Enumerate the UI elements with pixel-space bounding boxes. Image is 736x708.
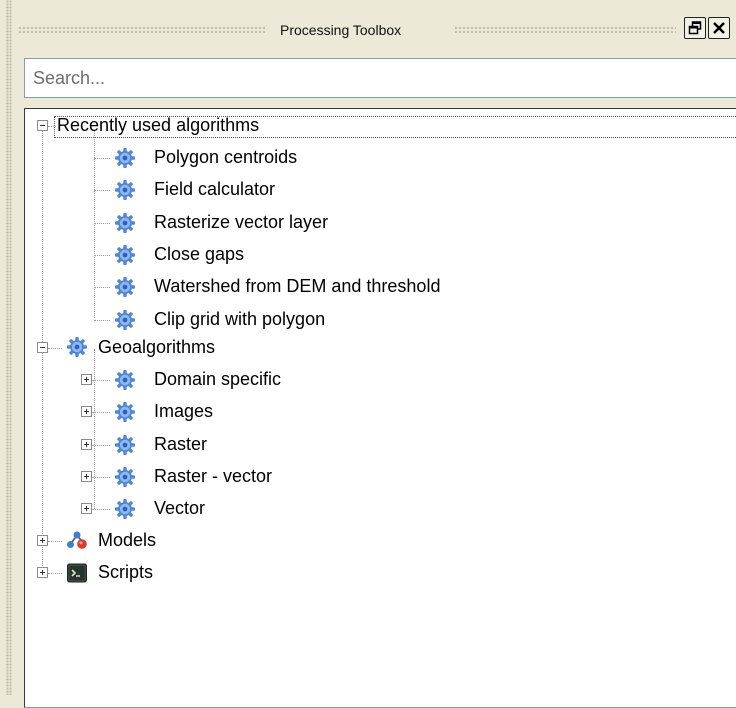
tree-node-geoalgorithms[interactable]: Geoalgorithms (98, 332, 215, 363)
tree-node-models[interactable]: Models (98, 525, 156, 556)
title-grip-left[interactable] (18, 26, 266, 34)
algorithm-item[interactable]: Clip grid with polygon (154, 304, 325, 335)
tree-node-scripts[interactable]: Scripts (98, 557, 153, 588)
gear-icon (115, 499, 135, 520)
algorithm-group[interactable]: Images (154, 396, 213, 427)
algorithm-label: Polygon centroids (154, 147, 298, 167)
expand-toggle[interactable] (81, 406, 92, 418)
algorithm-label: Watershed from DEM and threshold (154, 276, 441, 297)
expand-toggle[interactable] (37, 567, 48, 578)
panel-title: Processing Toolbox (280, 22, 402, 38)
tree-line (94, 254, 110, 256)
tree-node-label: Scripts (98, 562, 154, 582)
gear-icon (115, 244, 135, 265)
title-grip-right[interactable] (454, 26, 676, 34)
tree-line (94, 190, 110, 192)
tree-line (92, 444, 110, 446)
algorithm-item[interactable]: Watershed from DEM and threshold (154, 271, 440, 302)
tree-line (42, 131, 43, 348)
tree-node-label: Recently used algorithms (57, 115, 260, 135)
group-label: Raster (154, 433, 208, 454)
gear-icon (115, 212, 135, 233)
group-label: Domain specific (154, 369, 282, 389)
group-label: Raster - vector (154, 465, 273, 486)
algorithm-label: Rasterize vector layer (154, 211, 329, 232)
tree-line (48, 348, 62, 349)
tree-node-label: Models (98, 530, 157, 550)
restore-window-icon (688, 21, 702, 35)
algorithm-group[interactable]: Raster (154, 429, 207, 460)
gear-icon (115, 466, 135, 487)
algorithm-group[interactable]: Raster - vector (154, 461, 272, 492)
dock-grip[interactable] (6, 0, 12, 695)
algorithm-item[interactable]: Close gaps (154, 239, 244, 270)
gear-icon (115, 309, 135, 330)
gear-icon (115, 148, 135, 168)
group-label: Images (154, 401, 214, 422)
tree-line (94, 222, 110, 224)
gear-icon (115, 434, 135, 455)
tree-node-label: Geoalgorithms (98, 337, 216, 357)
terminal-icon (67, 563, 87, 583)
gear-icon (115, 180, 135, 201)
expand-toggle[interactable] (37, 535, 48, 546)
tree-line (92, 476, 110, 478)
close-button[interactable] (708, 17, 730, 39)
gear-icon (115, 370, 135, 390)
algorithm-label: Field calculator (154, 179, 276, 200)
expand-toggle[interactable] (81, 470, 92, 482)
collapse-toggle[interactable] (37, 342, 48, 353)
tree-line (92, 509, 110, 511)
search-input[interactable] (24, 58, 736, 98)
gear-icon (115, 277, 135, 298)
expand-toggle[interactable] (81, 438, 92, 450)
tree-line (94, 319, 110, 321)
tree-line (94, 158, 110, 159)
tree-line (94, 349, 95, 509)
tree-line (48, 126, 56, 127)
expand-toggle[interactable] (81, 503, 92, 515)
close-icon (713, 22, 725, 34)
tree-line (48, 541, 62, 542)
models-icon (67, 531, 87, 549)
gear-icon (115, 402, 135, 423)
tree-line (94, 131, 95, 318)
algorithm-item[interactable]: Rasterize vector layer (154, 207, 328, 238)
algorithm-group[interactable]: Domain specific (154, 364, 281, 395)
tree-line (92, 380, 110, 381)
tree-line (92, 412, 110, 414)
algorithm-item[interactable]: Polygon centroids (154, 142, 297, 173)
algorithm-group[interactable]: Vector (154, 493, 205, 524)
tree-line (94, 287, 110, 289)
tree-node-recent[interactable]: Recently used algorithms (57, 110, 259, 141)
group-label: Vector (154, 498, 206, 519)
collapse-toggle[interactable] (37, 120, 48, 131)
algorithm-label: Clip grid with polygon (154, 308, 326, 329)
algorithm-item[interactable]: Field calculator (154, 174, 275, 205)
gear-icon (67, 337, 87, 357)
tree-line (48, 573, 62, 574)
algorithm-label: Close gaps (154, 243, 245, 264)
float-button[interactable] (684, 17, 706, 39)
expand-toggle[interactable] (81, 374, 92, 385)
